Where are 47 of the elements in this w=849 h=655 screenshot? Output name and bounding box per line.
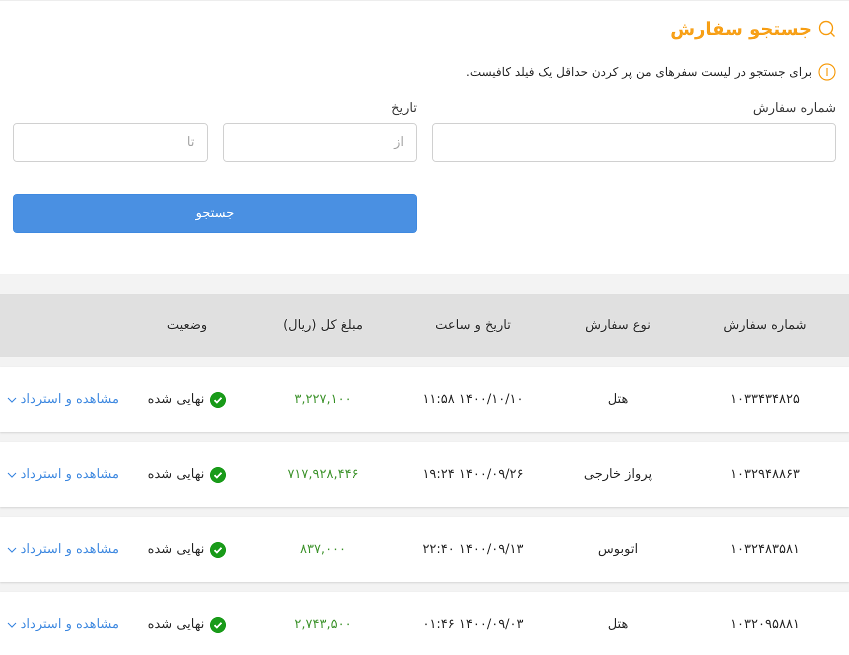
caret-icon xyxy=(6,622,17,628)
check-icon xyxy=(210,542,226,558)
table-cell-text: ۱۰۳۲۴۸۳۵۸۱ xyxy=(729,542,801,557)
column-header: وضعیت xyxy=(166,318,208,333)
caret-icon xyxy=(6,546,17,552)
view-refund-link[interactable]: مشاهده و استرداد xyxy=(6,467,119,482)
column-header: نوع سفارش xyxy=(584,318,652,333)
caret-icon xyxy=(6,396,17,402)
field-label: شماره سفارش xyxy=(752,101,836,115)
table-cell-text: هتل xyxy=(606,617,630,632)
panel-title: جستجو سفارش xyxy=(670,18,812,40)
status-text: نهایی شده xyxy=(148,392,204,407)
table-cell-text: ۱۴۰۰/۰۹/۰۳ ۰۱:۴۶ xyxy=(421,617,525,632)
caret-icon xyxy=(6,472,17,478)
column-header: تاریخ و ساعت xyxy=(434,318,512,333)
check-icon xyxy=(210,466,226,482)
field-label: تاریخ xyxy=(390,101,417,115)
status-text: نهایی شده xyxy=(148,617,204,632)
table-cell-text: ۲,۷۴۳,۵۰۰ xyxy=(293,617,353,632)
table-cell-text: اتوبوس xyxy=(596,542,640,557)
table-cell-text: ۸۳۷,۰۰۰ xyxy=(298,542,348,557)
search-button[interactable]: جستجو xyxy=(13,194,417,233)
table-cell-text: ۱۴۰۰/۰۹/۱۳ ۲۲:۴۰ xyxy=(421,542,525,557)
table-cell-text: ۱۴۰۰/۰۹/۲۶ ۱۹:۲۴ xyxy=(421,467,525,482)
view-refund-link[interactable]: مشاهده و استرداد xyxy=(6,542,119,557)
table-cell-text: ۱۴۰۰/۱۰/۱۰ ۱۱:۵۸ xyxy=(421,392,525,407)
table-cell-text: ۷۱۷,۹۲۸,۴۴۶ xyxy=(286,467,360,482)
view-refund-link[interactable]: مشاهده و استرداد xyxy=(6,392,119,407)
search-icon xyxy=(818,20,836,38)
column-header: مبلغ کل (ریال) xyxy=(282,318,364,333)
table-cell-text: ۱۰۳۲۹۴۸۸۶۳ xyxy=(729,467,801,482)
table-cell-text: ۳,۲۲۷,۱۰۰ xyxy=(293,392,353,407)
date-from-field[interactable]: از xyxy=(222,123,417,162)
table-cell-text: پرواز خارجی xyxy=(582,467,654,482)
check-icon xyxy=(210,392,226,408)
view-refund-link[interactable]: مشاهده و استرداد xyxy=(6,617,119,632)
status-text: نهایی شده xyxy=(148,467,204,482)
column-header: شماره سفارش xyxy=(722,318,808,333)
order-number-field[interactable] xyxy=(432,123,836,162)
table-cell-text: ۱۰۳۳۴۳۴۸۲۵ xyxy=(729,392,801,407)
check-icon xyxy=(210,616,226,632)
info-icon xyxy=(818,63,836,81)
date-to-field[interactable]: تا xyxy=(13,123,208,162)
status-text: نهایی شده xyxy=(148,542,204,557)
table-cell-text: هتل xyxy=(606,392,630,407)
table-cell-text: ۱۰۳۲۰۹۵۸۸۱ xyxy=(729,617,801,632)
info-text: برای جستجو در لیست سفرهای من پر کردن حداقل یک فیلد کافیست. xyxy=(466,65,812,79)
